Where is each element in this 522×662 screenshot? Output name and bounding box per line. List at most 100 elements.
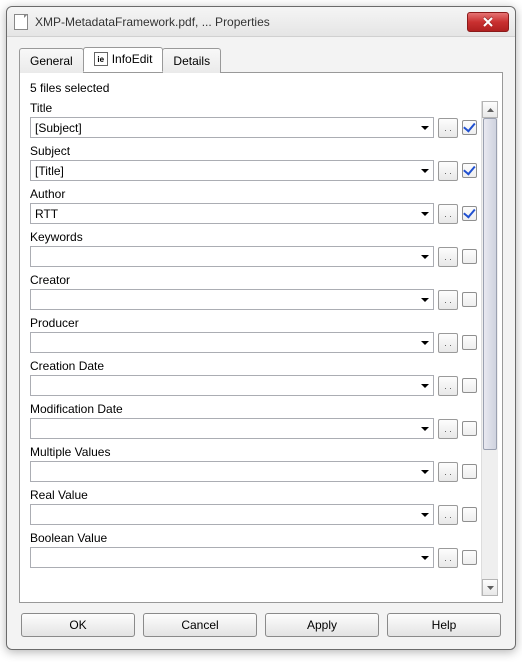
tab-label: InfoEdit: [112, 52, 153, 66]
field-enable-checkbox[interactable]: [462, 421, 477, 436]
field-label: Creation Date: [30, 359, 477, 373]
button-bar: OK Cancel Apply Help: [7, 603, 515, 649]
scroll-area: Title[Subject]. .Subject[Title]. .Author…: [30, 101, 498, 596]
field-enable-checkbox[interactable]: [462, 206, 477, 221]
field-label: Producer: [30, 316, 477, 330]
vertical-scrollbar[interactable]: [481, 101, 498, 596]
field-enable-checkbox[interactable]: [462, 550, 477, 565]
field-combo[interactable]: [30, 504, 434, 525]
tab-infoedit[interactable]: ie InfoEdit: [83, 47, 164, 72]
chevron-down-icon: [421, 427, 429, 431]
cancel-button[interactable]: Cancel: [143, 613, 257, 637]
field-enable-checkbox[interactable]: [462, 378, 477, 393]
field-label: Creator: [30, 273, 477, 287]
fields-list: Title[Subject]. .Subject[Title]. .Author…: [30, 101, 481, 596]
field-combo[interactable]: RTT: [30, 203, 434, 224]
field-combo[interactable]: [Subject]: [30, 117, 434, 138]
chevron-down-icon: [421, 470, 429, 474]
field-group: Modification Date . .: [30, 402, 477, 439]
chevron-down-icon: [421, 341, 429, 345]
scroll-thumb[interactable]: [483, 118, 497, 450]
field-group: Author RTT . .: [30, 187, 477, 224]
field-enable-checkbox[interactable]: [462, 507, 477, 522]
window-title: XMP-MetadataFramework.pdf, ... Propertie…: [35, 15, 467, 29]
tab-label: General: [30, 54, 73, 68]
field-action-button[interactable]: . .: [438, 247, 458, 267]
field-row: . .: [30, 461, 477, 482]
field-row: . .: [30, 332, 477, 353]
field-row: . .: [30, 504, 477, 525]
field-combo[interactable]: [30, 246, 434, 267]
field-label: Multiple Values: [30, 445, 477, 459]
field-action-button[interactable]: . .: [438, 118, 458, 138]
chevron-down-icon: [421, 298, 429, 302]
scroll-track[interactable]: [482, 118, 498, 579]
field-group: Producer . .: [30, 316, 477, 353]
field-combo[interactable]: [30, 375, 434, 396]
field-action-button[interactable]: . .: [438, 548, 458, 568]
field-group: Title[Subject]. .: [30, 101, 477, 138]
field-combo[interactable]: [30, 547, 434, 568]
field-group: Subject [Title]. .: [30, 144, 477, 181]
field-action-button[interactable]: . .: [438, 333, 458, 353]
field-label: Subject: [30, 144, 477, 158]
button-label: OK: [69, 618, 86, 632]
close-button[interactable]: [467, 12, 509, 32]
field-group: Real Value . .: [30, 488, 477, 525]
field-combo[interactable]: [30, 332, 434, 353]
field-enable-checkbox[interactable]: [462, 120, 477, 135]
field-enable-checkbox[interactable]: [462, 335, 477, 350]
field-label: Boolean Value: [30, 531, 477, 545]
field-row: . .: [30, 418, 477, 439]
tabpanel-infoedit: 5 files selected Title[Subject]. .Subjec…: [19, 72, 503, 603]
field-group: Boolean Value . .: [30, 531, 477, 568]
field-enable-checkbox[interactable]: [462, 249, 477, 264]
field-combo[interactable]: [30, 418, 434, 439]
field-label: Modification Date: [30, 402, 477, 416]
chevron-down-icon: [421, 255, 429, 259]
field-action-button[interactable]: . .: [438, 419, 458, 439]
combo-value: [Subject]: [35, 121, 421, 135]
field-action-button[interactable]: . .: [438, 161, 458, 181]
apply-button[interactable]: Apply: [265, 613, 379, 637]
button-label: Cancel: [181, 618, 218, 632]
chevron-down-icon: [421, 556, 429, 560]
scroll-down-button[interactable]: [482, 579, 498, 596]
tab-details[interactable]: Details: [162, 48, 221, 73]
field-action-button[interactable]: . .: [438, 505, 458, 525]
field-combo[interactable]: [30, 461, 434, 482]
field-row: . .: [30, 246, 477, 267]
titlebar[interactable]: XMP-MetadataFramework.pdf, ... Propertie…: [7, 7, 515, 37]
field-enable-checkbox[interactable]: [462, 163, 477, 178]
field-label: Real Value: [30, 488, 477, 502]
field-group: Keywords. .: [30, 230, 477, 267]
combo-value: RTT: [35, 207, 421, 221]
field-combo[interactable]: [30, 289, 434, 310]
field-action-button[interactable]: . .: [438, 376, 458, 396]
button-label: Apply: [307, 618, 337, 632]
scroll-up-button[interactable]: [482, 101, 498, 118]
field-action-button[interactable]: . .: [438, 462, 458, 482]
field-group: Multiple Values . .: [30, 445, 477, 482]
ok-button[interactable]: OK: [21, 613, 135, 637]
field-enable-checkbox[interactable]: [462, 464, 477, 479]
field-label: Author: [30, 187, 477, 201]
chevron-down-icon: [421, 513, 429, 517]
field-combo[interactable]: [Title]: [30, 160, 434, 181]
chevron-down-icon: [421, 126, 429, 130]
tabstrip: General ie InfoEdit Details: [19, 47, 503, 72]
selection-status: 5 files selected: [30, 79, 498, 101]
field-action-button[interactable]: . .: [438, 204, 458, 224]
infoedit-icon: ie: [94, 52, 108, 66]
field-row: RTT . .: [30, 203, 477, 224]
properties-window: XMP-MetadataFramework.pdf, ... Propertie…: [6, 6, 516, 650]
help-button[interactable]: Help: [387, 613, 501, 637]
chevron-down-icon: [421, 212, 429, 216]
tab-general[interactable]: General: [19, 48, 84, 73]
field-group: Creator . .: [30, 273, 477, 310]
field-enable-checkbox[interactable]: [462, 292, 477, 307]
chevron-down-icon: [487, 586, 494, 590]
content-area: General ie InfoEdit Details 5 files sele…: [7, 37, 515, 603]
chevron-down-icon: [421, 384, 429, 388]
field-action-button[interactable]: . .: [438, 290, 458, 310]
